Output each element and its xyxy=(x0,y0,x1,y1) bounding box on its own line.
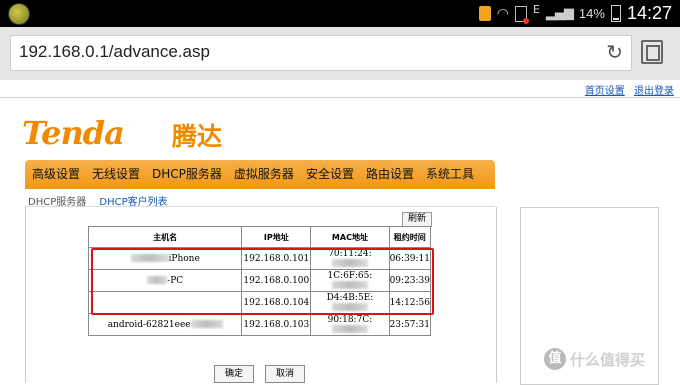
table-row: android-62821eee 192.168.0.103 90:18:7C:… xyxy=(87,313,432,336)
nav-wireless[interactable]: 无线设置 xyxy=(87,165,145,182)
battery-percent: 14% xyxy=(578,6,605,21)
reload-icon[interactable]: ↻ xyxy=(606,40,623,64)
url-text[interactable]: 192.168.0.1/advance.asp xyxy=(19,42,210,62)
clock: 14:27 xyxy=(626,3,672,23)
status-bar: ◠ E ▂▄▆ 14% 14:27 xyxy=(0,0,680,27)
nav-dhcp[interactable]: DHCP服务器 xyxy=(147,165,227,182)
document-icon xyxy=(478,6,491,21)
ip-cell: 192.168.0.103 xyxy=(241,313,312,336)
col-lease: 租约时间 xyxy=(388,226,432,248)
header-links: 首页设置 退出登录 xyxy=(579,82,674,97)
signal-icon: ▂▄▆ xyxy=(545,6,574,21)
mac-cell: 90:18:7C: xyxy=(310,313,390,336)
battery-icon xyxy=(610,5,621,22)
lease-cell: 23:57:31 xyxy=(388,313,432,336)
tabs-icon[interactable] xyxy=(641,40,663,64)
highlight-annotation-box xyxy=(91,248,434,315)
wifi-icon: ◠ xyxy=(496,5,509,22)
nav-security[interactable]: 安全设置 xyxy=(301,165,359,182)
cancel-button[interactable]: 取消 xyxy=(265,365,305,383)
col-ip: IP地址 xyxy=(241,226,312,248)
col-hostname: 主机名 xyxy=(87,226,243,248)
table-header-row: 主机名 IP地址 MAC地址 租约时间 xyxy=(87,226,432,248)
main-nav: 高级设置 无线设置 DHCP服务器 虚拟服务器 安全设置 路由设置 系统工具 xyxy=(25,160,495,186)
watermark-icon: 值 xyxy=(544,348,566,370)
no-sim-icon xyxy=(514,5,529,24)
watermark: 值 什么值得买 xyxy=(544,346,680,372)
hostname-cell: android-62821eee xyxy=(87,313,243,336)
nav-advanced[interactable]: 高级设置 xyxy=(27,165,85,182)
address-bar[interactable]: 192.168.0.1/advance.asp ↻ xyxy=(10,35,632,71)
network-type-label: E xyxy=(532,3,540,16)
logout-link[interactable]: 退出登录 xyxy=(634,86,674,97)
col-mac: MAC地址 xyxy=(310,226,390,248)
router-page: 首页设置 退出登录 Tenda 腾达 高级设置 无线设置 DHCP服务器 虚拟服… xyxy=(0,80,680,385)
refresh-button[interactable]: 刷新 xyxy=(402,212,432,227)
nav-system-tools[interactable]: 系统工具 xyxy=(421,165,479,182)
home-settings-link[interactable]: 首页设置 xyxy=(585,86,625,97)
tenda-logo-cn: 腾达 xyxy=(172,122,223,151)
tenda-logo: Tenda xyxy=(22,114,125,152)
nav-virtual-server[interactable]: 虚拟服务器 xyxy=(229,165,299,182)
ok-button[interactable]: 确定 xyxy=(214,365,254,383)
browser-toolbar: 192.168.0.1/advance.asp ↻ xyxy=(0,27,680,80)
app-icon xyxy=(8,3,30,25)
watermark-text: 什么值得买 xyxy=(570,350,646,369)
nav-routing[interactable]: 路由设置 xyxy=(361,165,419,182)
